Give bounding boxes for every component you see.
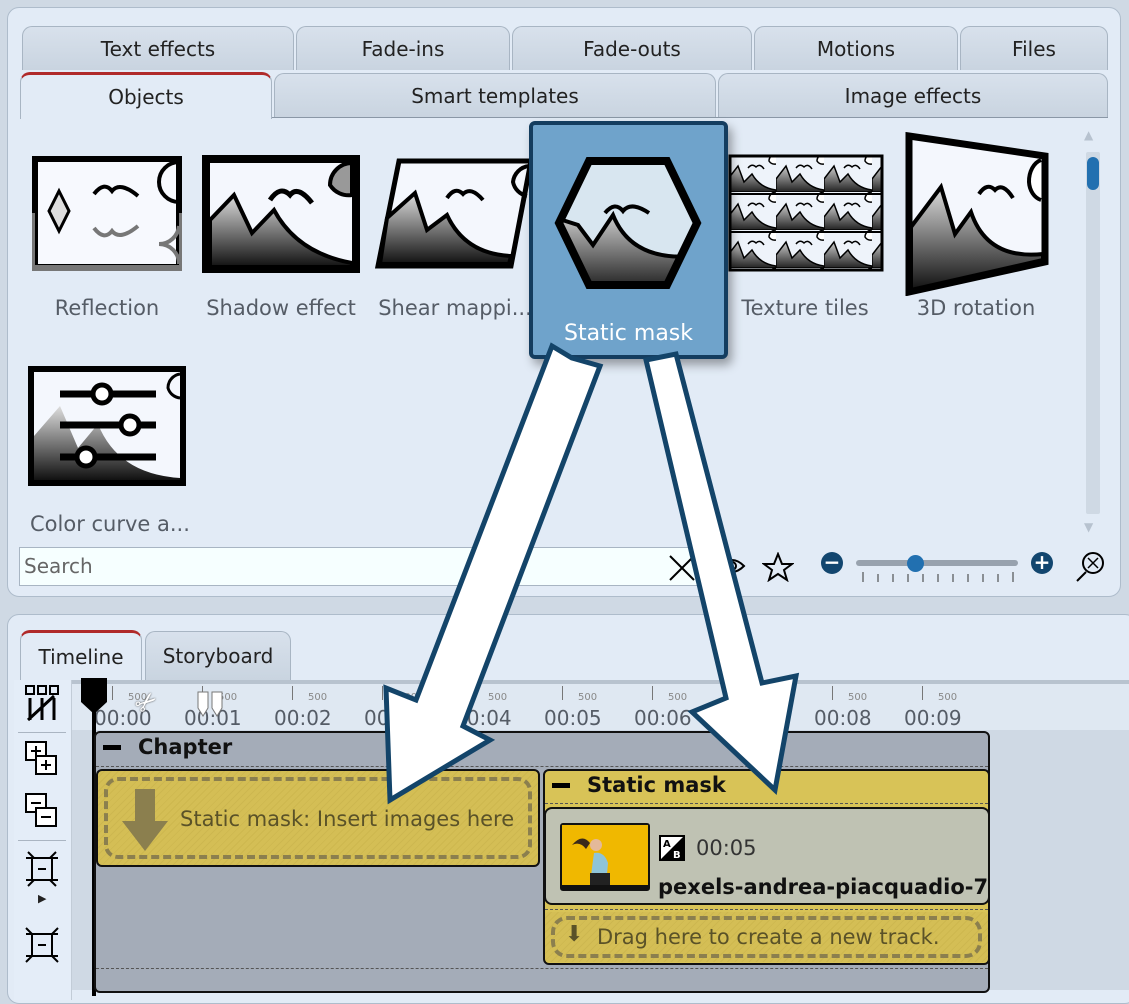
static-mask-title: Static mask — [587, 773, 726, 797]
down-arrow-icon: ⬇ — [565, 922, 584, 947]
ruler-sublabel: 500 — [398, 692, 418, 703]
tab-text-effects[interactable]: Text effects — [22, 26, 294, 70]
track-separator — [96, 766, 988, 767]
track-separator — [545, 803, 988, 804]
remove-track-icon[interactable] — [24, 792, 60, 830]
ruler-label: 00:04 — [454, 706, 512, 730]
zoom-in-button[interactable]: + — [1031, 552, 1053, 574]
tab-fade-ins[interactable]: Fade-ins — [296, 26, 510, 70]
static-mask-icon — [554, 157, 702, 289]
collapse-tracks-icon[interactable] — [24, 850, 60, 888]
ruler-tick — [832, 686, 833, 700]
effect-label: Color curve a... — [30, 512, 190, 536]
dropzone-text: Drag here to create a new track. — [597, 925, 940, 949]
ruler-tick — [652, 686, 653, 700]
timeline-toolbar: ▶ — [14, 680, 72, 1000]
ruler-tick — [292, 686, 293, 700]
search-input[interactable]: Search — [19, 547, 702, 586]
chapter-title: Chapter — [138, 735, 233, 759]
tab-storyboard[interactable]: Storyboard — [145, 631, 291, 680]
dropzone-text: Static mask: Insert images here — [180, 807, 515, 831]
effect-label: Static mask — [563, 321, 693, 346]
ruler-tick — [472, 686, 473, 700]
tab-fade-outs[interactable]: Fade-outs — [512, 26, 752, 70]
ruler-label: 00:07 — [724, 706, 782, 730]
transition-ab-icon[interactable]: AB — [659, 835, 685, 861]
eye-icon[interactable] — [718, 554, 746, 578]
effect-label: Reflection — [54, 296, 160, 320]
svg-text:A: A — [663, 839, 671, 850]
ruler-sublabel: 500 — [578, 692, 598, 703]
ruler-label: 00:08 — [814, 706, 872, 730]
ruler-sublabel: 500 — [308, 692, 328, 703]
tab-image-effects[interactable]: Image effects — [718, 73, 1108, 117]
ruler-sublabel: 500 — [758, 692, 778, 703]
ruler-sublabel: 500 — [488, 692, 508, 703]
effect-label: Shear mappi... — [378, 296, 532, 320]
add-track-icon[interactable] — [24, 740, 60, 778]
effect-label: Texture tiles — [741, 296, 869, 320]
track-select-icon[interactable] — [24, 684, 60, 722]
scrollbar-thumb[interactable] — [1087, 157, 1099, 190]
effect-label: 3D rotation — [916, 296, 1036, 320]
toolbar-divider — [18, 840, 66, 841]
shadow-effect-icon — [202, 155, 360, 273]
new-track-dropzone[interactable]: ⬇ Drag here to create a new track. — [545, 912, 988, 962]
ruler-sublabel: 500 — [848, 692, 868, 703]
ruler-tick — [742, 686, 743, 700]
tab-divider — [272, 117, 1108, 118]
star-icon[interactable] — [762, 552, 794, 582]
reflection-icon — [32, 156, 182, 271]
scroll-up-arrow[interactable]: ▲ — [1084, 128, 1093, 142]
ruler-sublabel: 500 — [668, 692, 688, 703]
scroll-down-arrow[interactable]: ▼ — [1084, 520, 1093, 534]
track-separator — [545, 909, 988, 910]
ruler-sublabel: 500 — [938, 692, 958, 703]
track-separator — [96, 968, 988, 969]
vertical-scrollbar[interactable] — [1086, 152, 1100, 514]
tab-smart-templates[interactable]: Smart templates — [274, 73, 716, 117]
zoom-slider-handle[interactable] — [907, 555, 924, 572]
zoom-fit-icon[interactable] — [1074, 550, 1106, 582]
shear-mapping-icon — [375, 158, 535, 269]
ruler-tick — [112, 686, 113, 700]
ruler-label: 00:05 — [544, 706, 602, 730]
clip-filename: pexels-andrea-piacquadio-761 — [658, 875, 988, 899]
collapse-static-mask-icon[interactable] — [552, 783, 570, 788]
zoom-slider-ticks — [862, 572, 1014, 582]
ruler-label: 00:03 — [364, 706, 422, 730]
toolbar-divider — [18, 732, 66, 733]
tab-files[interactable]: Files — [960, 26, 1108, 70]
ruler-label: 00:02 — [274, 706, 332, 730]
marker-icon[interactable] — [196, 690, 226, 718]
zoom-out-button[interactable]: − — [821, 552, 843, 574]
timeline-ruler[interactable]: 00:00 500 00:01 500 00:02 500 00:03 500 00:04 500… — [72, 680, 1129, 734]
zoom-slider[interactable] — [856, 560, 1018, 566]
expand-tracks-icon[interactable] — [24, 926, 60, 964]
ruler-tick — [562, 686, 563, 700]
tab-objects[interactable]: Objects — [20, 72, 272, 119]
ruler-tick — [922, 686, 923, 700]
effect-item-static-mask[interactable]: Static mask — [529, 121, 728, 359]
clip-thumbnail — [560, 823, 650, 891]
expand-arrow-icon[interactable]: ▶ — [38, 892, 46, 905]
collapse-chapter-icon[interactable] — [103, 745, 121, 750]
texture-tiles-icon — [728, 154, 884, 272]
clear-search-icon[interactable] — [668, 554, 696, 582]
tab-timeline[interactable]: Timeline — [20, 630, 142, 680]
clip-duration: 00:05 — [696, 836, 757, 860]
ruler-tick — [382, 686, 383, 700]
effect-label: Shadow effect — [206, 296, 356, 320]
ruler-label: 00:06 — [634, 706, 692, 730]
tab-motions[interactable]: Motions — [754, 26, 958, 70]
3d-rotation-icon — [905, 132, 1049, 296]
image-clip[interactable]: AB 00:05 pexels-andrea-piacquadio-761 — [544, 807, 990, 905]
svg-text:B: B — [673, 850, 681, 861]
insert-images-dropzone[interactable]: Static mask: Insert images here — [96, 769, 540, 867]
ruler-label: 00:09 — [904, 706, 962, 730]
color-curve-icon — [28, 366, 186, 486]
down-arrow-icon — [122, 789, 168, 851]
